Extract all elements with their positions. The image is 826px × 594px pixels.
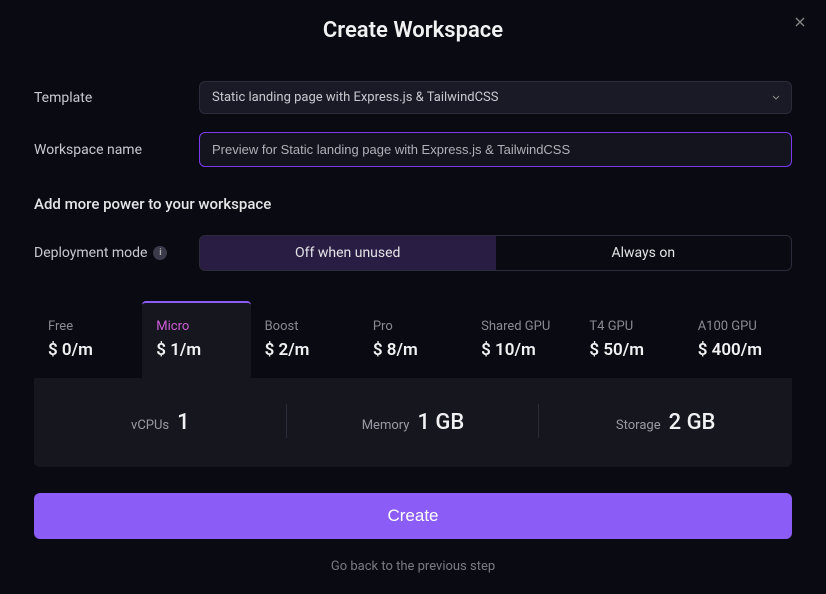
specs-panel: vCPUs 1 Memory 1 GB Storage 2 GB (34, 378, 792, 467)
spec-label: vCPUs (131, 418, 169, 433)
tier-shared-gpu[interactable]: Shared GPU $ 10/m (467, 301, 575, 378)
tier-name: A100 GPU (698, 319, 778, 334)
template-row: Template Static landing page with Expres… (34, 81, 792, 114)
back-link[interactable]: Go back to the previous step (34, 559, 792, 574)
tier-name: T4 GPU (589, 319, 669, 334)
tier-pro[interactable]: Pro $ 8/m (359, 301, 467, 378)
modal-title: Create Workspace (34, 18, 792, 43)
mode-always-on[interactable]: Always on (496, 236, 792, 270)
spec-value: 1 GB (417, 410, 464, 435)
template-label: Template (34, 90, 199, 106)
tier-price: $ 2/m (265, 340, 345, 360)
tier-name: Free (48, 319, 128, 334)
spec-storage: Storage 2 GB (539, 410, 792, 435)
tier-boost[interactable]: Boost $ 2/m (251, 301, 359, 378)
tier-price: $ 1/m (156, 340, 236, 360)
tier-name: Shared GPU (481, 319, 561, 334)
spec-memory: Memory 1 GB (287, 410, 540, 435)
tier-price: $ 50/m (589, 340, 669, 360)
workspace-name-row: Workspace name (34, 132, 792, 167)
spec-value: 2 GB (669, 410, 716, 435)
spec-vcpus: vCPUs 1 (34, 410, 287, 435)
tier-price: $ 400/m (698, 340, 778, 360)
info-icon[interactable]: i (153, 246, 167, 260)
create-workspace-modal: Create Workspace Template Static landing… (0, 0, 826, 594)
deployment-mode-label: Deployment mode i (34, 245, 199, 261)
spec-label: Storage (616, 418, 661, 433)
deployment-mode-row: Deployment mode i Off when unused Always… (34, 235, 792, 271)
tier-micro[interactable]: Micro $ 1/m (142, 301, 250, 378)
tier-price: $ 10/m (481, 340, 561, 360)
deployment-mode-toggle: Off when unused Always on (199, 235, 792, 271)
spec-value: 1 (177, 410, 190, 435)
mode-off-when-unused[interactable]: Off when unused (200, 236, 496, 270)
power-heading: Add more power to your workspace (34, 195, 792, 213)
workspace-name-input[interactable] (199, 132, 792, 167)
template-select-value: Static landing page with Express.js & Ta… (199, 81, 792, 114)
close-icon[interactable] (792, 14, 808, 34)
tier-name: Boost (265, 319, 345, 334)
spec-label: Memory (362, 418, 410, 433)
tier-a100-gpu[interactable]: A100 GPU $ 400/m (684, 301, 792, 378)
tier-name: Micro (156, 319, 236, 334)
tier-list: Free $ 0/m Micro $ 1/m Boost $ 2/m Pro $… (34, 301, 792, 378)
workspace-name-label: Workspace name (34, 142, 199, 158)
tier-free[interactable]: Free $ 0/m (34, 301, 142, 378)
create-button[interactable]: Create (34, 493, 792, 539)
template-select[interactable]: Static landing page with Express.js & Ta… (199, 81, 792, 114)
tier-name: Pro (373, 319, 453, 334)
tier-t4-gpu[interactable]: T4 GPU $ 50/m (575, 301, 683, 378)
tier-price: $ 8/m (373, 340, 453, 360)
tier-price: $ 0/m (48, 340, 128, 360)
